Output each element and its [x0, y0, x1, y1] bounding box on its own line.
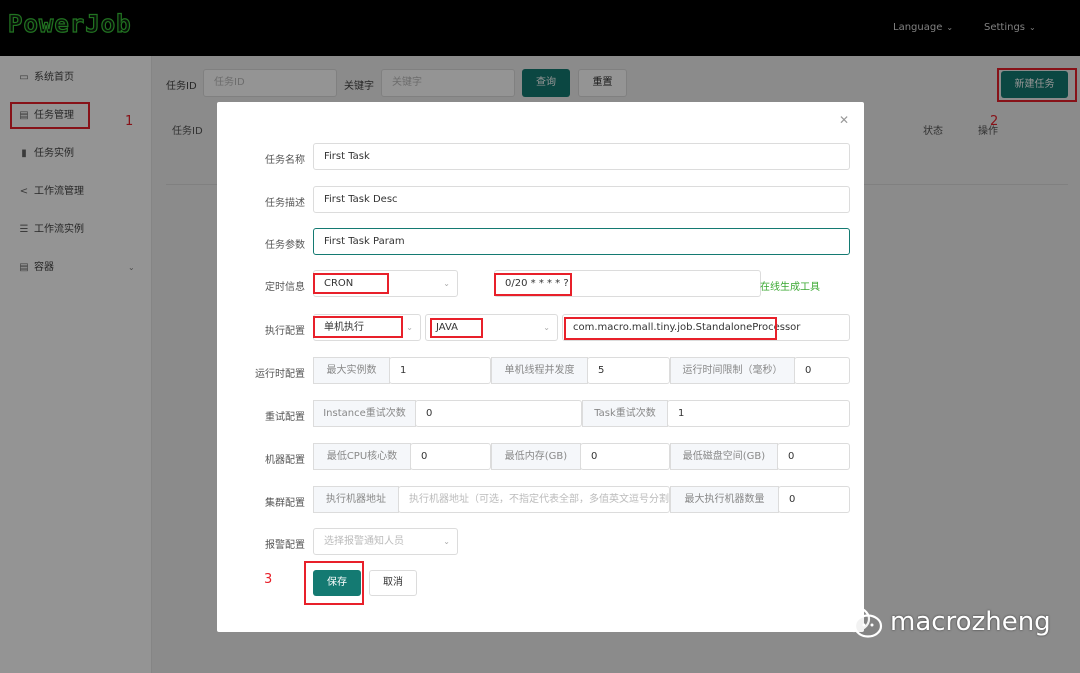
exec-type-value: 单机执行 — [324, 322, 364, 333]
task-retry-label: Task重试次数 — [582, 400, 668, 427]
task-name-label: 任务名称 — [265, 155, 305, 166]
cron-expression-input[interactable]: 0/20 * * * * ? — [494, 270, 761, 297]
alarm-config-label: 报警配置 — [265, 540, 305, 551]
cluster-config-label: 集群配置 — [265, 498, 305, 509]
processor-type-value: JAVA — [436, 322, 459, 333]
min-cpu-input[interactable]: 0 — [410, 443, 491, 470]
new-task-dialog: ✕ 任务名称 First Task 任务描述 First Task Desc 任… — [217, 102, 864, 632]
watermark-text: macrozheng — [890, 607, 1051, 637]
task-desc-label: 任务描述 — [265, 198, 305, 209]
schedule-type-select[interactable]: CRON ⌄ — [313, 270, 458, 297]
max-instance-label: 最大实例数 — [313, 357, 390, 384]
exec-machine-label: 执行机器地址 — [313, 486, 399, 513]
chevron-down-icon: ⌄ — [443, 279, 450, 288]
alarm-receiver-placeholder: 选择报警通知人员 — [324, 536, 404, 547]
min-cpu-label: 最低CPU核心数 — [313, 443, 411, 470]
online-tool-link[interactable]: 在线生成工具 — [760, 278, 820, 293]
cancel-button[interactable]: 取消 — [369, 570, 417, 596]
annotation-number-3: 3 — [264, 572, 273, 587]
instance-retry-input[interactable]: 0 — [415, 400, 582, 427]
schedule-type-value: CRON — [324, 278, 354, 289]
machine-config-label: 机器配置 — [265, 455, 305, 466]
thread-concurrency-label: 单机线程并发度 — [491, 357, 588, 384]
task-desc-input[interactable]: First Task Desc — [313, 186, 850, 213]
chevron-down-icon: ⌄ — [443, 537, 450, 546]
min-mem-label: 最低内存(GB) — [491, 443, 581, 470]
schedule-label: 定时信息 — [265, 282, 305, 293]
close-icon[interactable]: ✕ — [839, 113, 849, 127]
task-param-label: 任务参数 — [265, 240, 305, 251]
exec-machine-input[interactable]: 执行机器地址（可选，不指定代表全部，多值英文逗号分割 — [398, 486, 670, 513]
runtime-config-label: 运行时配置 — [255, 369, 305, 380]
max-machine-label: 最大执行机器数量 — [670, 486, 779, 513]
save-button[interactable]: 保存 — [313, 570, 361, 596]
task-retry-input[interactable]: 1 — [667, 400, 850, 427]
retry-config-label: 重试配置 — [265, 412, 305, 423]
chevron-down-icon: ⌄ — [406, 323, 413, 332]
min-mem-input[interactable]: 0 — [580, 443, 670, 470]
task-param-input[interactable]: First Task Param — [313, 228, 850, 255]
thread-concurrency-input[interactable]: 5 — [587, 357, 670, 384]
max-instance-input[interactable]: 1 — [389, 357, 491, 384]
chevron-down-icon: ⌄ — [543, 323, 550, 332]
exec-config-label: 执行配置 — [265, 326, 305, 337]
time-limit-label: 运行时间限制（毫秒） — [670, 357, 795, 384]
min-disk-label: 最低磁盘空间(GB) — [670, 443, 778, 470]
processor-info-input[interactable]: com.macro.mall.tiny.job.StandaloneProces… — [562, 314, 850, 341]
time-limit-input[interactable]: 0 — [794, 357, 850, 384]
exec-type-select[interactable]: 单机执行 ⌄ — [313, 314, 421, 341]
watermark: macrozheng — [836, 604, 1051, 644]
max-machine-input[interactable]: 0 — [778, 486, 850, 513]
alarm-receiver-select[interactable]: 选择报警通知人员 ⌄ — [313, 528, 458, 555]
task-name-input[interactable]: First Task — [313, 143, 850, 170]
min-disk-input[interactable]: 0 — [777, 443, 850, 470]
instance-retry-label: Instance重试次数 — [313, 400, 416, 427]
wechat-icon — [837, 605, 883, 638]
processor-type-select[interactable]: JAVA ⌄ — [425, 314, 558, 341]
